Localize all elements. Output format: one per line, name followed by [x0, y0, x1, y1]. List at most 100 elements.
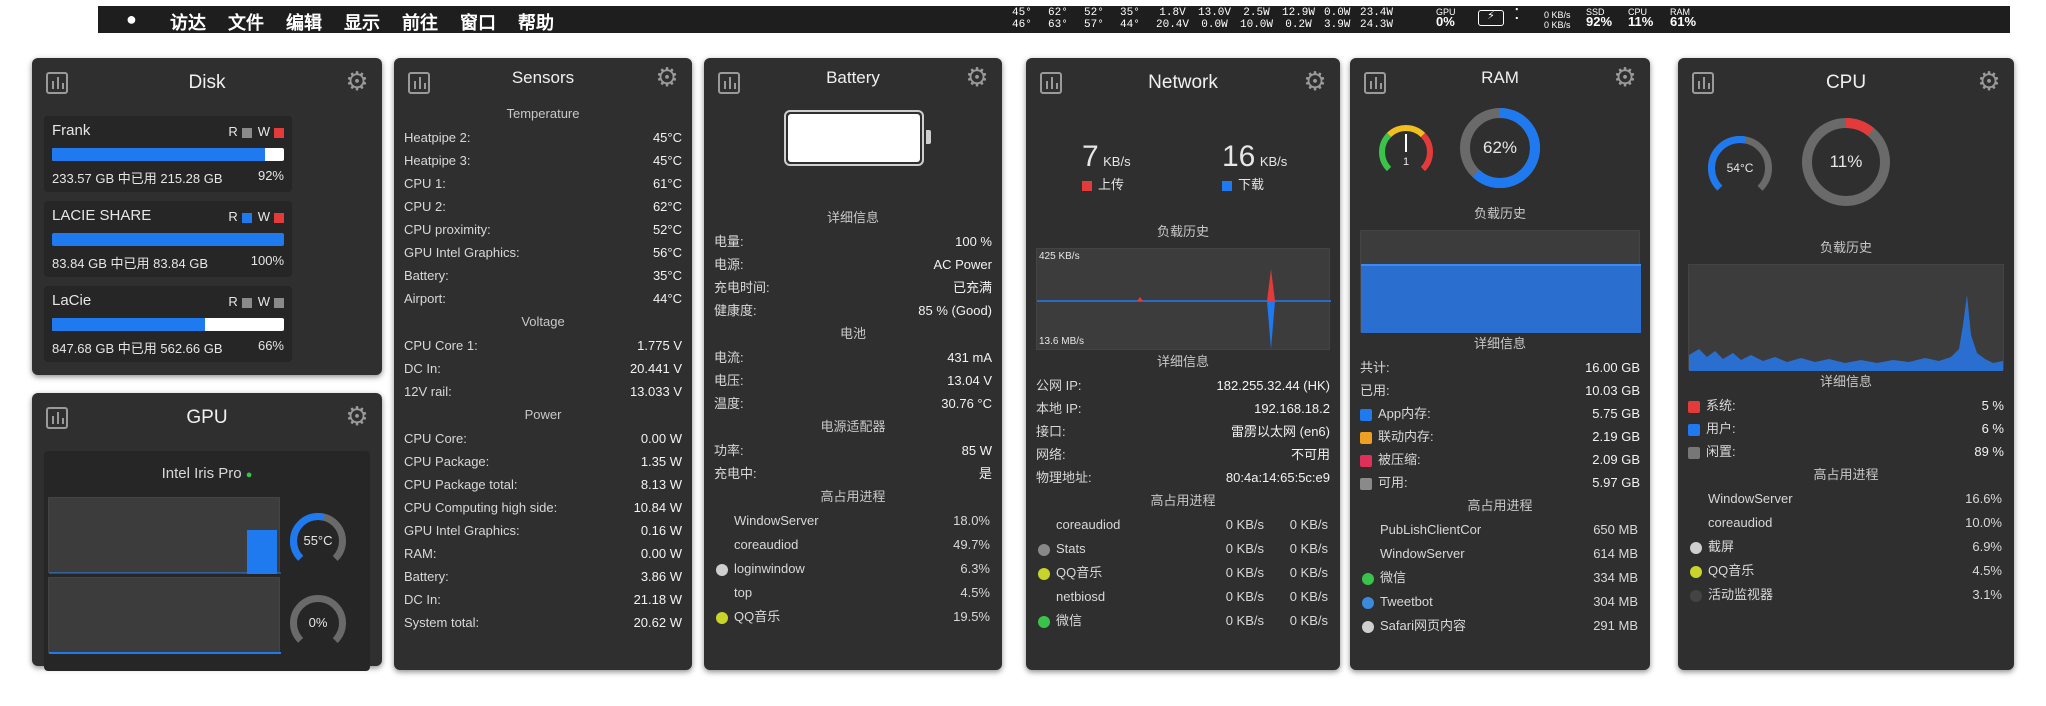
info-row: 系统: 5 % — [1678, 394, 2014, 417]
menu-1[interactable]: 文件 — [228, 9, 264, 35]
process-row[interactable]: QQ音乐 0 KB/s 0 KB/s — [1026, 561, 1340, 585]
gear-icon[interactable]: ⚙ — [344, 68, 370, 94]
info-row: 闲置: 89 % — [1678, 440, 2014, 463]
menubar-sensor-1: 13.0V 0.0W — [1198, 7, 1232, 31]
info-key: 共计: — [1360, 360, 1390, 375]
info-value: 61°C — [652, 176, 682, 191]
info-key: 电源: — [714, 257, 744, 272]
info-value: 45°C — [652, 130, 682, 145]
process-row[interactable]: QQ音乐 4.5% — [1678, 559, 2014, 583]
info-row: 健康度: 85 % (Good) — [704, 299, 1002, 322]
process-value: 291 MB — [1593, 618, 1638, 633]
menu-2[interactable]: 编辑 — [286, 9, 322, 35]
process-row[interactable]: Stats 0 KB/s 0 KB/s — [1026, 537, 1340, 561]
menubar-sensor-5: 23.4W 24.3W — [1360, 7, 1394, 31]
menu-3[interactable]: 显示 — [344, 9, 380, 35]
menubar-cpu[interactable]: CPU 11% — [1628, 7, 1653, 28]
info-value: 30.76 °C — [941, 396, 992, 411]
menu-bar: ● 访达 文件 编辑 显示 前往 窗口 帮助 45° 46° 62° 63° 52° 57° 35° 44… — [98, 3, 2010, 35]
info-value: 8.13 W — [640, 477, 682, 492]
process-name: QQ音乐 — [1038, 561, 1200, 585]
info-row: 电源: AC Power — [704, 253, 1002, 276]
process-row[interactable]: coreaudiod 49.7% — [704, 533, 1002, 557]
process-row[interactable]: coreaudiod 10.0% — [1678, 511, 2014, 535]
process-row[interactable]: coreaudiod 0 KB/s 0 KB/s — [1026, 513, 1340, 537]
menubar-ram[interactable]: RAM 61% — [1670, 7, 1696, 28]
info-row: GPU Intel Graphics: 0.16 W — [394, 519, 692, 542]
process-row[interactable]: 微信 0 KB/s 0 KB/s — [1026, 609, 1340, 633]
disk-card[interactable]: LACIE SHARE R W 83.84 GB 中已用 83.84 GB 100% — [44, 201, 292, 277]
battery-status-icon[interactable]: ⚡ — [1478, 10, 1504, 26]
info-row: CPU Package: 1.35 W — [394, 450, 692, 473]
info-row: 联动内存: 2.19 GB — [1350, 425, 1650, 448]
process-row[interactable]: Safari网页内容 291 MB — [1350, 614, 1650, 638]
process-row[interactable]: WindowServer 18.0% — [704, 509, 1002, 533]
process-row[interactable]: WindowServer 614 MB — [1350, 542, 1650, 566]
menubar-network[interactable]: 0 KB/s 0 KB/s — [1544, 10, 1571, 30]
menu-5[interactable]: 窗口 — [460, 9, 496, 35]
disk-panel: Disk ⚙ Frank R W 233.57 GB 中已用 215.28 GB 92% L… — [32, 58, 382, 375]
process-row[interactable]: QQ音乐 19.5% — [704, 605, 1002, 629]
disk-percent: 66% — [257, 338, 284, 353]
disk-size: 847.68 GB 中已用 562.66 GB — [52, 341, 223, 356]
app-icon — [1038, 615, 1050, 628]
info-value: 5.75 GB — [1592, 406, 1640, 421]
gear-icon[interactable]: ⚙ — [1612, 64, 1638, 90]
process-name: coreaudiod — [734, 537, 799, 552]
menubar-gpu[interactable]: GPU 0% — [1436, 7, 1456, 28]
process-row[interactable]: 微信 334 MB — [1350, 566, 1650, 590]
info-value: 6 % — [1981, 421, 2004, 436]
process-row[interactable]: WindowServer 16.6% — [1678, 487, 2014, 511]
panel-title: Disk — [188, 72, 226, 93]
section-label: 高占用进程 — [820, 489, 886, 504]
info-key: 电流: — [714, 350, 744, 365]
info-value: 80:4a:14:65:5c:e9 — [1225, 470, 1330, 485]
menu-6[interactable]: 帮助 — [518, 9, 554, 35]
menubar-sensor-3: 12.9W 0.2W — [1282, 7, 1316, 31]
apple-menu-icon[interactable]: ● — [126, 9, 137, 30]
info-row: 电量: 100 % — [704, 230, 1002, 253]
info-row: 共计: 16.00 GB — [1350, 356, 1650, 379]
disk-size: 83.84 GB 中已用 83.84 GB — [52, 256, 209, 271]
process-value: 3.1% — [1972, 587, 2002, 602]
gear-icon[interactable]: ⚙ — [964, 64, 990, 90]
process-row[interactable]: 活动监视器 3.1% — [1678, 583, 2014, 607]
gear-icon[interactable]: ⚙ — [654, 64, 680, 90]
info-row: CPU Package total: 8.13 W — [394, 473, 692, 496]
info-key: 闲置: — [1688, 440, 1736, 463]
info-key: Heatpipe 3: — [404, 153, 471, 168]
gear-icon[interactable]: ⚙ — [1302, 68, 1328, 94]
info-value: 56°C — [652, 245, 682, 260]
process-name: QQ音乐 — [1690, 559, 1938, 583]
legend-swatch — [1360, 408, 1372, 421]
info-key: CPU 2: — [404, 199, 446, 214]
menu-0[interactable]: 访达 — [170, 9, 206, 35]
process-row[interactable]: loginwindow 6.3% — [704, 557, 1002, 581]
app-icon — [1362, 620, 1374, 633]
info-key: 接口: — [1036, 424, 1066, 439]
info-key: 电压: — [714, 373, 744, 388]
process-row[interactable]: top 4.5% — [704, 581, 1002, 605]
process-row[interactable]: 截屏 6.9% — [1678, 535, 2014, 559]
disk-card[interactable]: LaCie R W 847.68 GB 中已用 562.66 GB 66% — [44, 286, 292, 362]
disk-card[interactable]: Frank R W 233.57 GB 中已用 215.28 GB 92% — [44, 116, 292, 192]
info-value: AC Power — [933, 257, 992, 272]
process-row[interactable]: Tweetbot 304 MB — [1350, 590, 1650, 614]
battery-visual — [704, 102, 1002, 206]
menubar-ssd[interactable]: SSD 92% — [1586, 7, 1612, 28]
gear-icon[interactable]: ⚙ — [1976, 68, 2002, 94]
process-name: WindowServer — [1380, 546, 1465, 561]
more-dots-icon[interactable]: : — [1514, 3, 1520, 23]
info-value: 是 — [978, 466, 992, 481]
menu-4[interactable]: 前往 — [402, 9, 438, 35]
info-value: 431 mA — [947, 350, 992, 365]
info-key: GPU Intel Graphics: — [404, 523, 520, 538]
gear-icon[interactable]: ⚙ — [344, 403, 370, 429]
process-row[interactable]: PubLishClientCor 650 MB — [1350, 518, 1650, 542]
info-row: Heatpipe 3: 45°C — [394, 149, 692, 172]
gpu-temp-graph — [48, 497, 281, 574]
section-label: 详细信息 — [1819, 374, 1872, 389]
process-row[interactable]: netbiosd 0 KB/s 0 KB/s — [1026, 585, 1340, 609]
info-value: 13.04 V — [947, 373, 992, 388]
process-name: 活动监视器 — [1690, 583, 1938, 607]
